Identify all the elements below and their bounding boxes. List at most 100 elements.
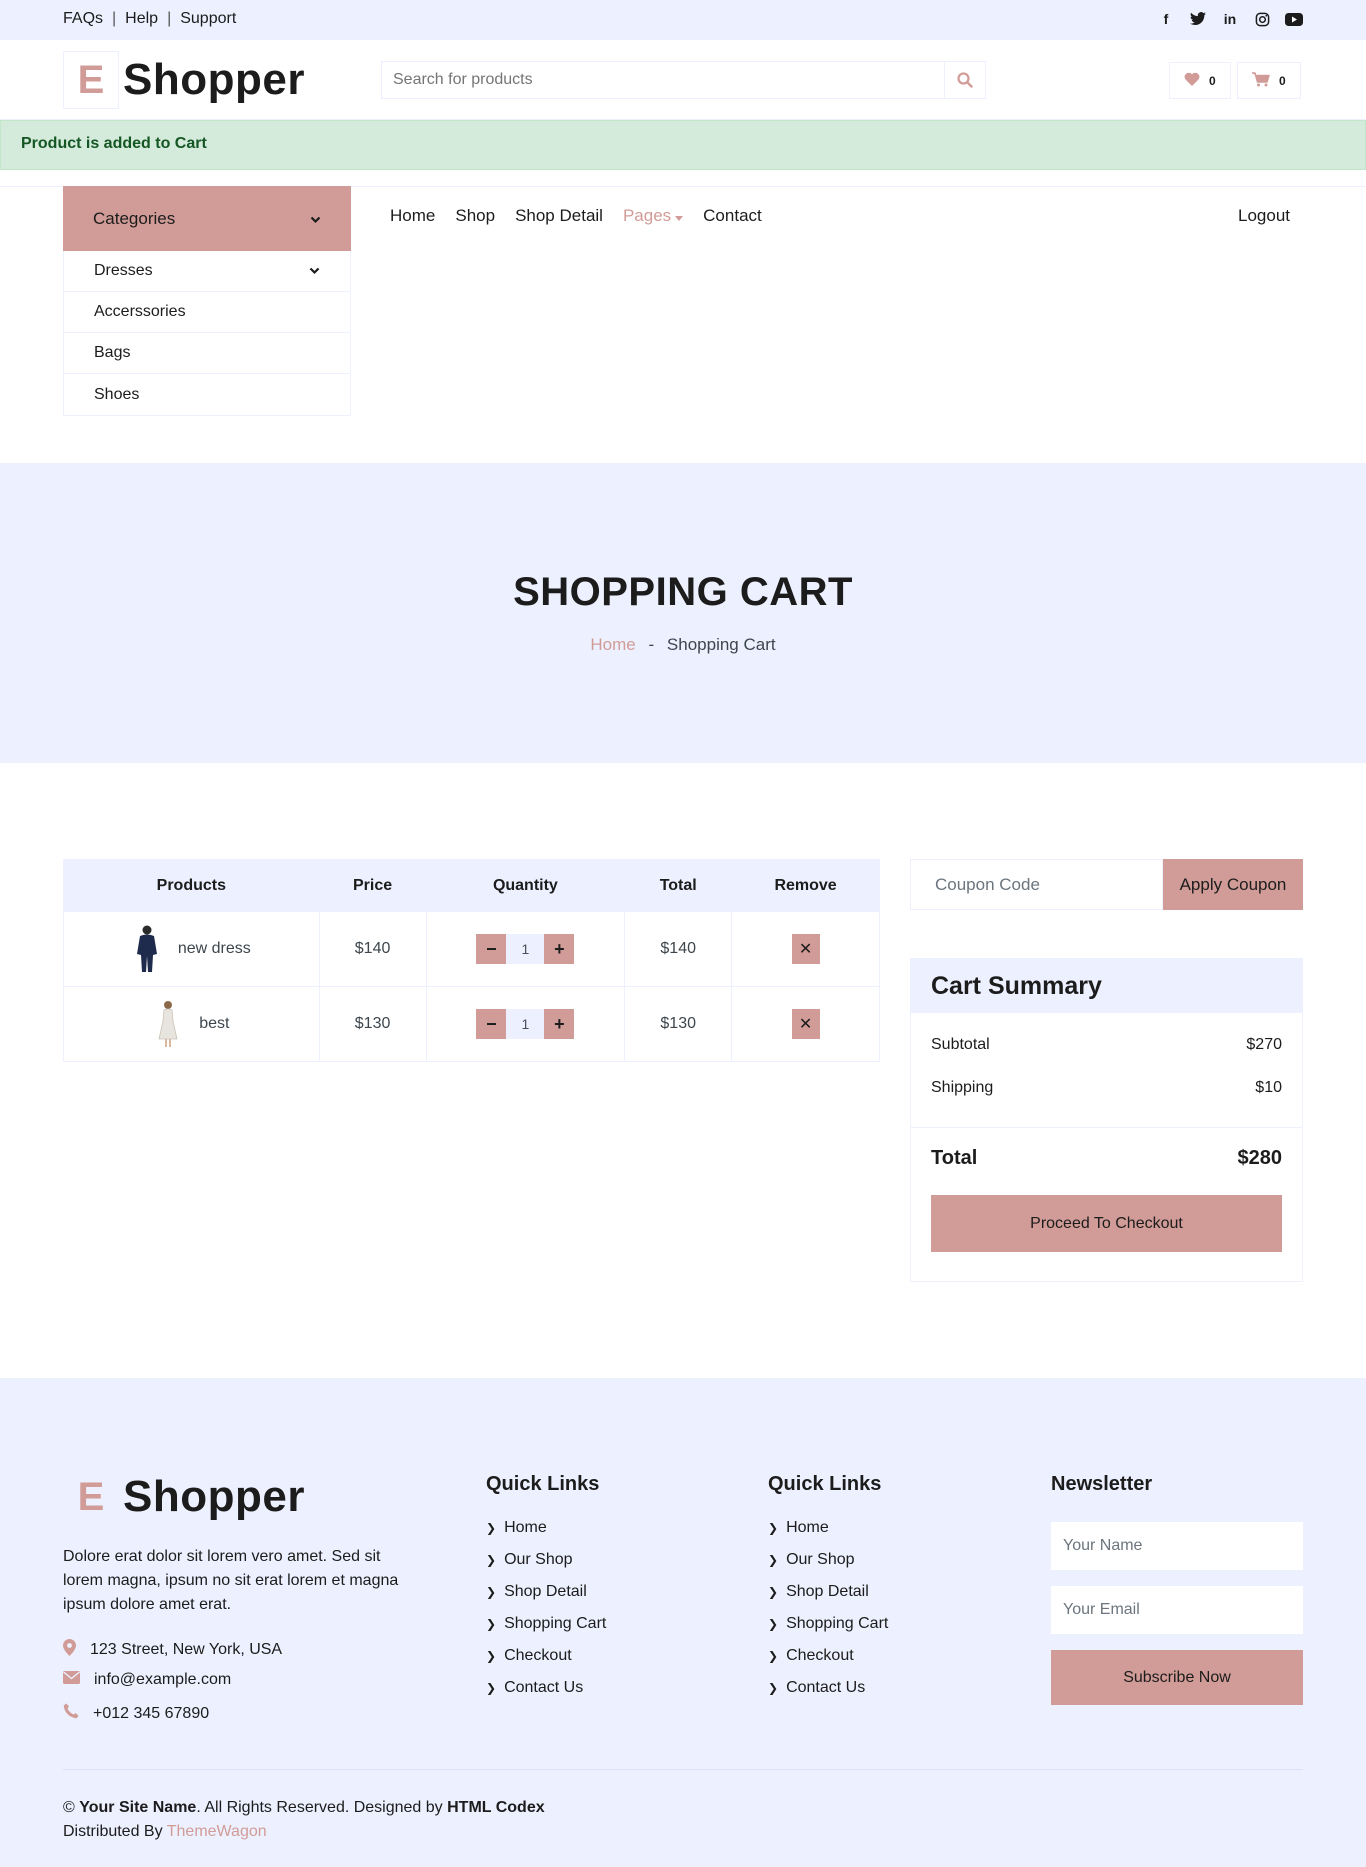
link-label: Home [786, 1519, 829, 1536]
wishlist-button[interactable]: 0 [1169, 62, 1231, 99]
nav-shop[interactable]: Shop [455, 206, 495, 226]
chevron-right-icon: ❯ [486, 1521, 497, 1535]
separator: | [112, 10, 117, 27]
subtotal-row: Subtotal $270 [931, 1036, 1282, 1054]
footer-link-home[interactable]: ❯ Home [486, 1512, 606, 1544]
chevron-right-icon: ❯ [768, 1521, 779, 1535]
nav-shop-detail[interactable]: Shop Detail [515, 206, 603, 226]
chevron-right-icon: ❯ [486, 1585, 497, 1599]
subtotal-label: Subtotal [931, 1036, 990, 1053]
twitter-icon[interactable] [1189, 10, 1207, 28]
category-item-bags[interactable]: Bags [64, 333, 350, 374]
top-bar: FAQs | Help | Support f in [0, 0, 1366, 40]
footer-link-shop-detail[interactable]: ❯ Shop Detail [486, 1576, 606, 1608]
apply-coupon-button[interactable]: Apply Coupon [1163, 859, 1303, 910]
distributor-link[interactable]: ThemeWagon [167, 1823, 267, 1840]
summary-title: Cart Summary [911, 959, 1302, 1013]
link-label: Our Shop [786, 1551, 855, 1568]
column-header-products: Products [63, 859, 320, 912]
contact-address: 123 Street, New York, USA [63, 1639, 282, 1661]
logo[interactable]: E Shopper [63, 51, 305, 109]
category-item-shoes[interactable]: Shoes [64, 374, 350, 415]
link-label: Our Shop [504, 1551, 573, 1568]
decrease-quantity-button[interactable]: − [476, 1009, 507, 1039]
footer-link-our-shop[interactable]: ❯ Our Shop [486, 1544, 606, 1576]
remove-cell: ✕ [731, 911, 880, 987]
copyright-symbol: © [63, 1799, 75, 1816]
total-row: Total $280 [931, 1147, 1282, 1170]
column-header-quantity: Quantity [425, 859, 626, 912]
nav-contact[interactable]: Contact [703, 206, 762, 226]
facebook-icon[interactable]: f [1157, 10, 1175, 28]
footer-divider [63, 1769, 1303, 1770]
category-item-dresses[interactable]: Dresses [64, 251, 350, 292]
newsletter-email-field[interactable]: Your Email [1051, 1586, 1303, 1634]
social-links: f in [1157, 10, 1303, 28]
newsletter-name-field[interactable]: Your Name [1051, 1522, 1303, 1570]
logout-link[interactable]: Logout [1238, 206, 1290, 226]
quick-links-column-2: Quick Links ❯ Home ❯ Our Shop ❯ Shop Detail… [768, 1473, 888, 1704]
proceed-to-checkout-button[interactable]: Proceed To Checkout [931, 1195, 1282, 1252]
envelope-icon [63, 1671, 80, 1689]
remove-item-button[interactable]: ✕ [791, 934, 820, 964]
wishlist-count: 0 [1209, 73, 1216, 88]
footer-link-shopping-cart[interactable]: ❯ Shopping Cart [486, 1608, 606, 1640]
quantity-input[interactable]: 1 [506, 1009, 545, 1039]
help-link[interactable]: Help [125, 10, 158, 28]
increase-quantity-button[interactable]: + [544, 1009, 575, 1039]
chevron-right-icon: ❯ [768, 1681, 779, 1695]
quantity-cell: − 1 + [425, 986, 626, 1062]
support-link[interactable]: Support [180, 10, 236, 28]
decrease-quantity-button[interactable]: − [476, 934, 507, 964]
remove-item-button[interactable]: ✕ [791, 1009, 820, 1039]
phone-text: +012 345 67890 [93, 1704, 210, 1722]
footer-link-checkout[interactable]: ❯ Checkout [768, 1640, 888, 1672]
chevron-down-icon [310, 209, 321, 229]
product-name: best [199, 1015, 230, 1032]
contact-phone: +012 345 67890 [63, 1703, 209, 1724]
footer-logo[interactable]: E Shopper [63, 1468, 305, 1526]
footer-link-contact-us[interactable]: ❯ Contact Us [486, 1672, 606, 1704]
page-header: SHOPPING CART Home - Shopping Cart [0, 463, 1366, 763]
subscribe-button[interactable]: Subscribe Now [1051, 1650, 1303, 1705]
site-name-link[interactable]: Your Site Name [79, 1799, 196, 1816]
category-item-accessories[interactable]: Accerssories [64, 292, 350, 333]
coupon-input[interactable]: Coupon Code [910, 859, 1163, 910]
designer-link[interactable]: HTML Codex [447, 1799, 544, 1816]
breadcrumb-current: Shopping Cart [666, 635, 776, 654]
product-thumbnail[interactable] [153, 998, 183, 1050]
nav-pages-dropdown[interactable]: Pages [623, 206, 684, 226]
breadcrumb-home[interactable]: Home [590, 635, 635, 654]
footer-link-contact-us[interactable]: ❯ Contact Us [768, 1672, 888, 1704]
footer-description: Dolore erat dolor sit lorem vero amet. S… [63, 1548, 399, 1613]
chevron-right-icon: ❯ [768, 1553, 779, 1567]
youtube-icon[interactable] [1285, 10, 1303, 28]
cart-button[interactable]: 0 [1237, 62, 1301, 99]
search-icon[interactable] [944, 62, 985, 98]
nav-home[interactable]: Home [390, 206, 435, 226]
remove-cell: ✕ [731, 986, 880, 1062]
footer-link-shop-detail[interactable]: ❯ Shop Detail [768, 1576, 888, 1608]
logo-text: Shopper [123, 55, 305, 104]
footer-link-home[interactable]: ❯ Home [768, 1512, 888, 1544]
categories-toggle[interactable]: Categories [63, 186, 351, 251]
success-alert: Product is added to Cart [0, 120, 1366, 170]
top-links: FAQs | Help | Support [63, 10, 236, 28]
faqs-link[interactable]: FAQs [63, 10, 103, 28]
link-label: Shopping Cart [504, 1615, 607, 1632]
linkedin-icon[interactable]: in [1221, 10, 1239, 28]
chevron-right-icon: ❯ [486, 1681, 497, 1695]
search-input[interactable] [382, 62, 944, 98]
footer-link-our-shop[interactable]: ❯ Our Shop [768, 1544, 888, 1576]
column-header-price: Price [318, 859, 427, 912]
footer-link-shopping-cart[interactable]: ❯ Shopping Cart [768, 1608, 888, 1640]
quantity-stepper: − 1 + [427, 1009, 625, 1039]
link-label: Checkout [786, 1647, 854, 1664]
cart-summary: Cart Summary Subtotal $270 Shipping $10 … [910, 958, 1303, 1282]
quantity-input[interactable]: 1 [506, 934, 545, 964]
chevron-right-icon: ❯ [486, 1617, 497, 1631]
instagram-icon[interactable] [1253, 10, 1271, 28]
product-thumbnail[interactable] [132, 923, 162, 975]
footer-link-checkout[interactable]: ❯ Checkout [486, 1640, 606, 1672]
increase-quantity-button[interactable]: + [544, 934, 575, 964]
